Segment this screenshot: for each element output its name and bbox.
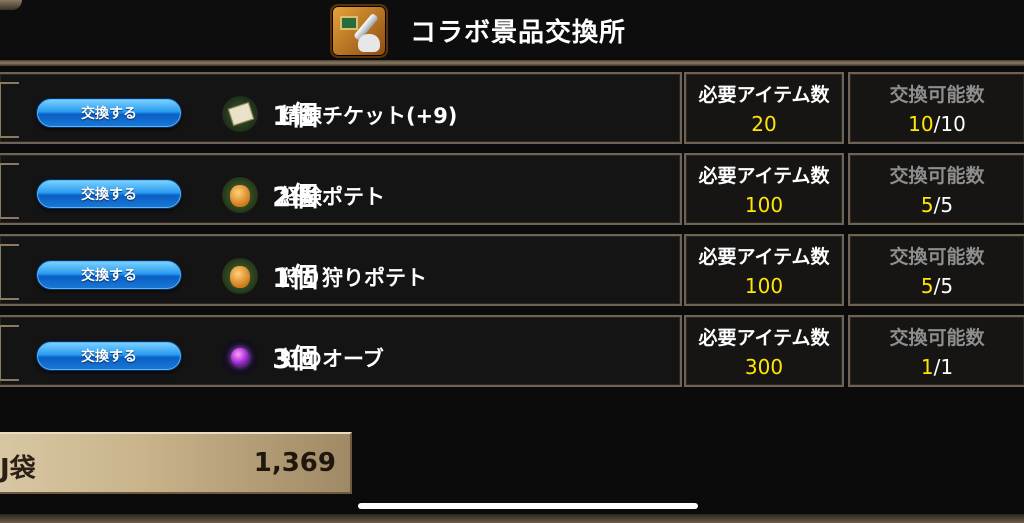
required-items-value: 300 <box>744 355 784 379</box>
item-quantity: 1個 <box>272 101 318 132</box>
item-panel: 交換する 精錬チケット(+9) 1個 <box>0 72 682 144</box>
required-items-box: 必要アイテム数 100 <box>684 234 844 306</box>
required-items-label: 必要アイテム数 <box>698 327 830 349</box>
header-corner-ornament <box>0 0 22 10</box>
orb-icon <box>222 339 258 375</box>
exchange-button[interactable]: 交換する <box>36 260 182 290</box>
available-count-label: 交換可能数 <box>889 246 985 268</box>
collab-exchange-icon <box>330 4 388 58</box>
footer-divider <box>0 514 1024 523</box>
required-items-label: 必要アイテム数 <box>698 165 830 187</box>
exchange-row: 交換する 精錬チケット(+9) 1個 必要アイテム数 20 交換可能数 10/1… <box>0 68 1024 148</box>
required-items-box: 必要アイテム数 300 <box>684 315 844 387</box>
available-count-box: 交換可能数 5/5 <box>848 234 1024 306</box>
required-items-box: 必要アイテム数 20 <box>684 72 844 144</box>
available-count-value: 10/10 <box>908 112 966 136</box>
exchange-button[interactable]: 交換する <box>36 341 182 371</box>
potato-icon <box>222 258 258 294</box>
available-count-value: 5/5 <box>920 193 954 217</box>
required-items-label: 必要アイテム数 <box>698 246 830 268</box>
item-quantity: 1個 <box>272 263 318 294</box>
available-count-value: 1/1 <box>920 355 954 379</box>
available-count-label: 交換可能数 <box>889 165 985 187</box>
available-count-box: 交換可能数 5/5 <box>848 153 1024 225</box>
exchange-row: 交換する 虹のオーブ 3個 必要アイテム数 300 交換可能数 1/1 <box>0 311 1024 391</box>
page-title: コラボ景品交換所 <box>410 18 627 48</box>
item-panel: 交換する 虹のオーブ 3個 <box>0 315 682 387</box>
potato-icon <box>222 177 258 213</box>
ticket-icon <box>222 96 258 132</box>
required-items-label: 必要アイテム数 <box>698 84 830 106</box>
exchange-button[interactable]: 交換する <box>36 179 182 209</box>
exchange-row: 交換する 経験ポテト 2個 必要アイテム数 100 交換可能数 5/5 <box>0 149 1024 229</box>
required-items-box: 必要アイテム数 100 <box>684 153 844 225</box>
bag-balance-panel: J袋 1,369 <box>0 432 352 494</box>
header-bar: コラボ景品交換所 <box>0 0 1024 58</box>
item-quantity: 2個 <box>272 182 318 213</box>
available-count-box: 交換可能数 10/10 <box>848 72 1024 144</box>
available-count-box: 交換可能数 1/1 <box>848 315 1024 387</box>
required-items-value: 100 <box>744 274 784 298</box>
available-count-label: 交換可能数 <box>889 327 985 349</box>
item-quantity: 3個 <box>272 344 318 375</box>
bag-value: 1,369 <box>253 448 336 478</box>
home-indicator[interactable] <box>358 503 698 509</box>
item-panel: 交換する 経験ポテト 2個 <box>0 153 682 225</box>
header-divider <box>0 60 1024 66</box>
required-items-value: 20 <box>751 112 777 136</box>
item-panel: 交換する 狩り狩りポテト 1個 <box>0 234 682 306</box>
available-count-label: 交換可能数 <box>889 84 985 106</box>
bag-label: J袋 <box>0 454 36 484</box>
available-count-value: 5/5 <box>920 274 954 298</box>
required-items-value: 100 <box>744 193 784 217</box>
exchange-button[interactable]: 交換する <box>36 98 182 128</box>
exchange-row: 交換する 狩り狩りポテト 1個 必要アイテム数 100 交換可能数 5/5 <box>0 230 1024 310</box>
